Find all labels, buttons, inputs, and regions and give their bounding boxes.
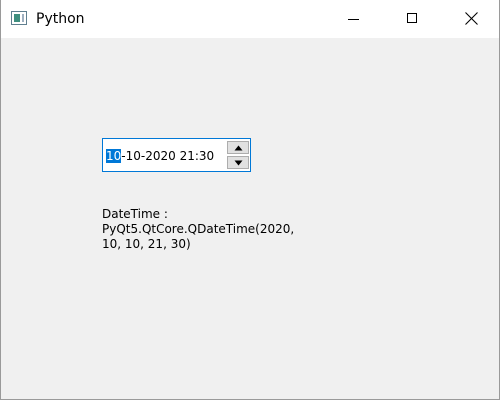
datetime-rest-text[interactable]: -10-2020 21:30 — [121, 149, 214, 163]
spin-buttons — [227, 141, 249, 169]
app-window: Python 10-10-2020 21:30 DateTime: PyQt5… — [0, 0, 500, 400]
maximize-button[interactable] — [390, 0, 436, 38]
spin-down-button[interactable] — [227, 156, 249, 169]
arrow-up-icon — [234, 145, 243, 151]
window-title: Python — [36, 11, 85, 27]
minimize-button[interactable] — [331, 0, 377, 38]
datetime-edit-text[interactable]: 10-10-2020 21:30 — [106, 149, 214, 163]
maximize-icon — [407, 13, 417, 23]
info-label-line1: DateTime : — [102, 207, 168, 221]
datetime-info-label: DateTime : PyQt5.QtCore.QDateTime(2020, … — [102, 207, 294, 252]
close-icon — [465, 12, 478, 25]
datetime-selected-section[interactable]: 10 — [106, 149, 122, 163]
info-label-line3: 10, 10, 21, 30) — [102, 237, 191, 251]
datetime-edit[interactable]: 10-10-2020 21:30 — [102, 138, 251, 172]
info-label-line2: PyQt5.QtCore.QDateTime(2020, — [102, 222, 295, 236]
close-button[interactable] — [449, 0, 495, 38]
arrow-down-icon — [234, 160, 243, 166]
minimize-icon — [348, 19, 359, 20]
python-window-icon — [11, 11, 27, 25]
spin-up-button[interactable] — [227, 141, 249, 154]
title-bar[interactable]: Python — [1, 0, 499, 38]
